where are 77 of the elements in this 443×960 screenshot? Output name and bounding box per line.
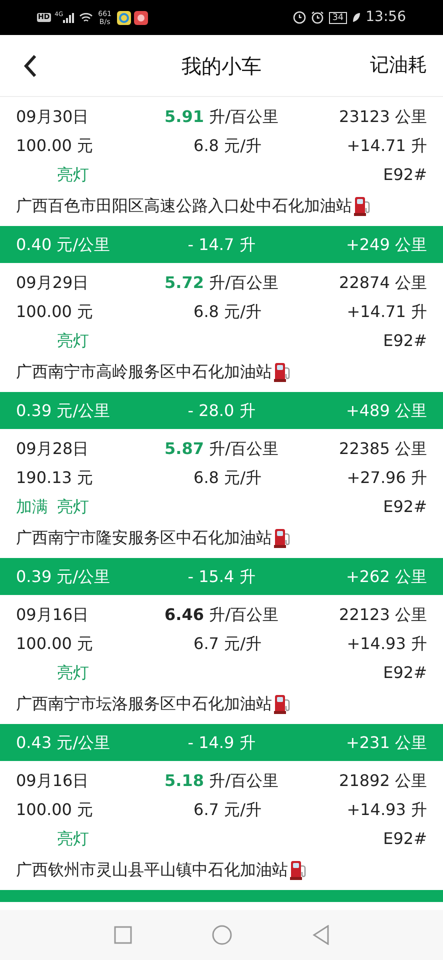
warning-light-tag: 亮灯 — [57, 162, 89, 186]
price-text: 6.8 元/升 — [192, 466, 262, 488]
distance-text: +249 公里 — [344, 234, 427, 256]
cost-text: 100.00 元 — [16, 300, 94, 322]
volume-text: +14.93 升 — [346, 798, 427, 820]
odometer-text: 22123 公里 — [338, 604, 427, 626]
gas-pump-icon — [274, 528, 290, 548]
gas-pump-icon — [274, 694, 290, 714]
price-text: 6.8 元/升 — [192, 134, 262, 156]
odometer-text: 22874 公里 — [338, 272, 427, 294]
recent-apps-icon[interactable] — [114, 926, 132, 944]
cost-per-km-text: 0.40 元/公里 — [16, 234, 112, 256]
odometer-text: 21892 公里 — [338, 770, 427, 792]
clock-time: 13:56 — [366, 8, 406, 27]
volume-text: +14.71 升 — [346, 300, 427, 322]
fuel-used-text: - 15.4 升 — [186, 566, 256, 588]
clock-icon — [293, 11, 306, 24]
cost-text: 100.00 元 — [16, 798, 94, 820]
cost-per-km-text: 0.39 元/公里 — [16, 566, 112, 588]
fuel-type-text: E92# — [383, 662, 427, 684]
efficiency-text: 5.91 升/百公里 — [164, 106, 280, 128]
back-icon[interactable] — [22, 54, 38, 78]
alarm-icon — [311, 11, 324, 24]
warning-light-tag: 亮灯 — [57, 494, 89, 518]
efficiency-text: 6.46 升/百公里 — [164, 604, 280, 626]
wifi-icon — [79, 12, 94, 23]
price-text: 6.7 元/升 — [192, 632, 262, 654]
signal-icon — [63, 12, 74, 22]
cost-per-km-text: 0.43 元/公里 — [16, 732, 112, 754]
gas-pump-icon — [274, 362, 290, 382]
full-tank-tag: 加满 — [16, 496, 48, 516]
station-text: 广西南宁市隆安服务区中石化加油站 — [16, 526, 272, 548]
distance-text: +231 公里 — [344, 732, 427, 754]
odometer-text: 23123 公里 — [338, 106, 427, 128]
fuel-type-text: E92# — [383, 828, 427, 850]
volume-text: +14.71 升 — [346, 134, 427, 156]
date-text: 09月30日 — [16, 106, 90, 128]
efficiency-text: 5.72 升/百公里 — [164, 272, 280, 294]
warning-light-tag: 亮灯 — [57, 328, 89, 352]
distance-text: +489 公里 — [344, 400, 427, 422]
fuel-type-text: E92# — [383, 496, 427, 518]
date-text: 09月16日 — [16, 604, 90, 626]
gas-pump-icon — [290, 860, 306, 880]
odometer-text: 22385 公里 — [338, 438, 427, 460]
app-icon — [116, 10, 131, 24]
fuel-used-text: - 28.0 升 — [186, 400, 256, 422]
leaf-icon — [352, 12, 361, 23]
warning-light-tag: 亮灯 — [57, 826, 89, 850]
price-text: 6.8 元/升 — [192, 300, 262, 322]
warning-light-tag: 亮灯 — [57, 660, 89, 684]
battery-indicator: 34 — [329, 12, 347, 24]
date-text: 09月28日 — [16, 438, 90, 460]
cost-text: 100.00 元 — [16, 134, 94, 156]
efficiency-text: 5.87 升/百公里 — [164, 438, 280, 460]
home-icon[interactable] — [212, 925, 232, 945]
station-text: 广西南宁市高岭服务区中石化加油站 — [16, 360, 272, 382]
gas-pump-icon — [354, 196, 370, 216]
app-icon — [134, 10, 148, 24]
date-text: 09月16日 — [16, 770, 90, 792]
station-text: 广西南宁市坛洛服务区中石化加油站 — [16, 692, 272, 714]
station-text: 广西百色市田阳区高速公路入口处中石化加油站 — [16, 194, 352, 216]
record-fuel-button[interactable]: 记油耗 — [370, 51, 427, 80]
cost-text: 190.13 元 — [16, 466, 94, 488]
fuel-type-text: E92# — [383, 330, 427, 352]
volume-text: +27.96 升 — [346, 466, 427, 488]
fuel-used-text: - 14.7 升 — [186, 234, 256, 256]
volume-text: +14.93 升 — [346, 632, 427, 654]
cost-per-km-text: 0.39 元/公里 — [16, 400, 112, 422]
date-text: 09月29日 — [16, 272, 90, 294]
price-text: 6.7 元/升 — [192, 798, 262, 820]
station-text: 广西钦州市灵山县平山镇中石化加油站 — [16, 858, 288, 880]
page-title: 我的小车 — [182, 52, 262, 80]
fuel-used-text: - 14.9 升 — [186, 732, 256, 754]
efficiency-text: 5.18 升/百公里 — [164, 770, 280, 792]
fuel-type-text: E92# — [383, 164, 427, 186]
distance-text: +262 公里 — [344, 566, 427, 588]
cost-text: 100.00 元 — [16, 632, 94, 654]
